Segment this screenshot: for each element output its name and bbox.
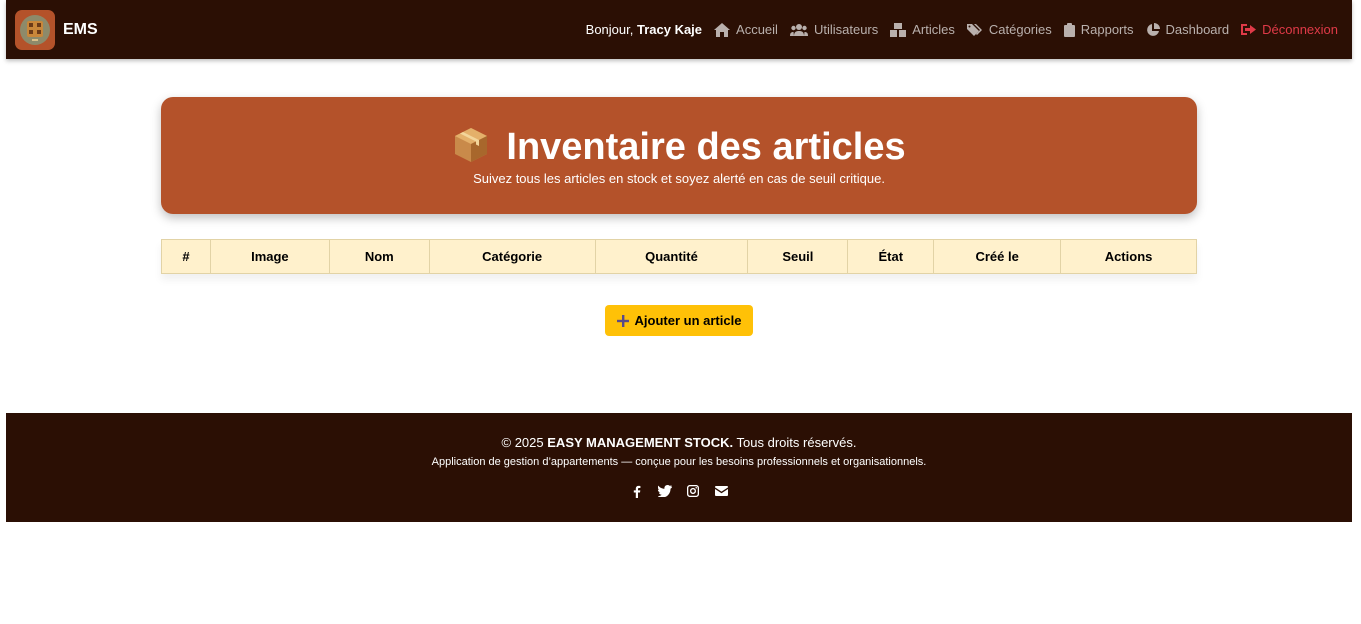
footer-copyright: © 2025 EASY MANAGEMENT STOCK. Tous droit… [6, 435, 1352, 450]
company-name: EASY MANAGEMENT STOCK. [547, 435, 734, 450]
nav-link-utilisateurs[interactable]: Utilisateurs [789, 22, 879, 37]
column-header-quantite: Quantité [594, 239, 749, 274]
page-subtitle: Suivez tous les articles en stock et soy… [473, 171, 885, 186]
column-header-index: # [161, 239, 211, 274]
plus-icon [616, 314, 629, 327]
page-title: Inventaire des articles [506, 126, 906, 168]
greeting-prefix: Bonjour, [585, 22, 634, 37]
footer-description: Application de gestion d’appartements — … [431, 456, 927, 468]
column-header-categorie: Catégorie [428, 239, 596, 274]
column-header-image: Image [209, 239, 330, 274]
nav-link-accueil[interactable]: Accueil [714, 22, 778, 37]
tags-icon [966, 23, 982, 36]
nav-link-articles[interactable]: Articles [890, 22, 955, 37]
rights-text: Tous droits réservés. [736, 435, 857, 450]
column-header-seuil: Seuil [747, 239, 849, 274]
social-links [6, 484, 1352, 498]
top-navbar: EMS Bonjour, Tracy Kaje Accueil Utilisat… [6, 0, 1352, 59]
nav-link-dashboard[interactable]: Dashboard [1146, 22, 1230, 37]
page: EMS Bonjour, Tracy Kaje Accueil Utilisat… [0, 0, 1361, 624]
footer: © 2025 EASY MANAGEMENT STOCK. Tous droit… [6, 413, 1352, 522]
nav-link-label: Rapports [1080, 22, 1134, 37]
brand[interactable]: EMS [15, 9, 98, 50]
logout-link[interactable]: Déconnexion [1241, 22, 1338, 37]
table-header-row: # Image Nom Catégorie Quantité Seuil Éta… [161, 239, 1197, 274]
page-title-row: Inventaire des articles [161, 125, 1197, 169]
add-article-label: Ajouter un article [634, 313, 742, 328]
clipboard-icon [1063, 22, 1075, 37]
greeting: Bonjour, Tracy Kaje [586, 22, 702, 37]
envelope-icon[interactable] [714, 484, 728, 498]
page-header-banner: Inventaire des articles Suivez tous les … [161, 97, 1197, 214]
facebook-icon[interactable] [630, 484, 644, 498]
column-header-cree-le: Créé le [933, 239, 1062, 274]
column-header-etat: État [847, 239, 935, 274]
column-header-nom: Nom [328, 239, 430, 274]
nav-link-label: Articles [912, 22, 955, 37]
articles-table-container: # Image Nom Catégorie Quantité Seuil Éta… [161, 239, 1197, 274]
nav-link-label: Dashboard [1165, 22, 1230, 37]
nav-link-label: Catégories [988, 22, 1052, 37]
twitter-icon[interactable] [658, 484, 672, 498]
brand-name: EMS [63, 20, 98, 38]
nav-menu: Bonjour, Tracy Kaje Accueil Utilisateurs… [586, 22, 1338, 37]
add-article-button[interactable]: Ajouter un article [605, 305, 753, 336]
user-name: Tracy Kaje [636, 22, 703, 37]
nav-link-label: Utilisateurs [813, 22, 879, 37]
pie-chart-icon [1146, 22, 1160, 36]
home-icon [714, 22, 731, 37]
logout-label: Déconnexion [1262, 22, 1338, 37]
app-logo [15, 9, 55, 50]
users-icon [789, 23, 808, 36]
articles-table: # Image Nom Catégorie Quantité Seuil Éta… [161, 239, 1197, 274]
instagram-icon[interactable] [686, 484, 700, 498]
column-header-actions: Actions [1060, 239, 1197, 274]
nav-link-rapports[interactable]: Rapports [1063, 22, 1134, 37]
nav-link-label: Accueil [736, 22, 778, 37]
nav-link-categories[interactable]: Catégories [966, 22, 1052, 37]
package-icon [452, 126, 490, 169]
copyright-year: © 2025 [501, 435, 544, 450]
boxes-icon [890, 22, 907, 37]
logout-icon [1241, 24, 1257, 35]
